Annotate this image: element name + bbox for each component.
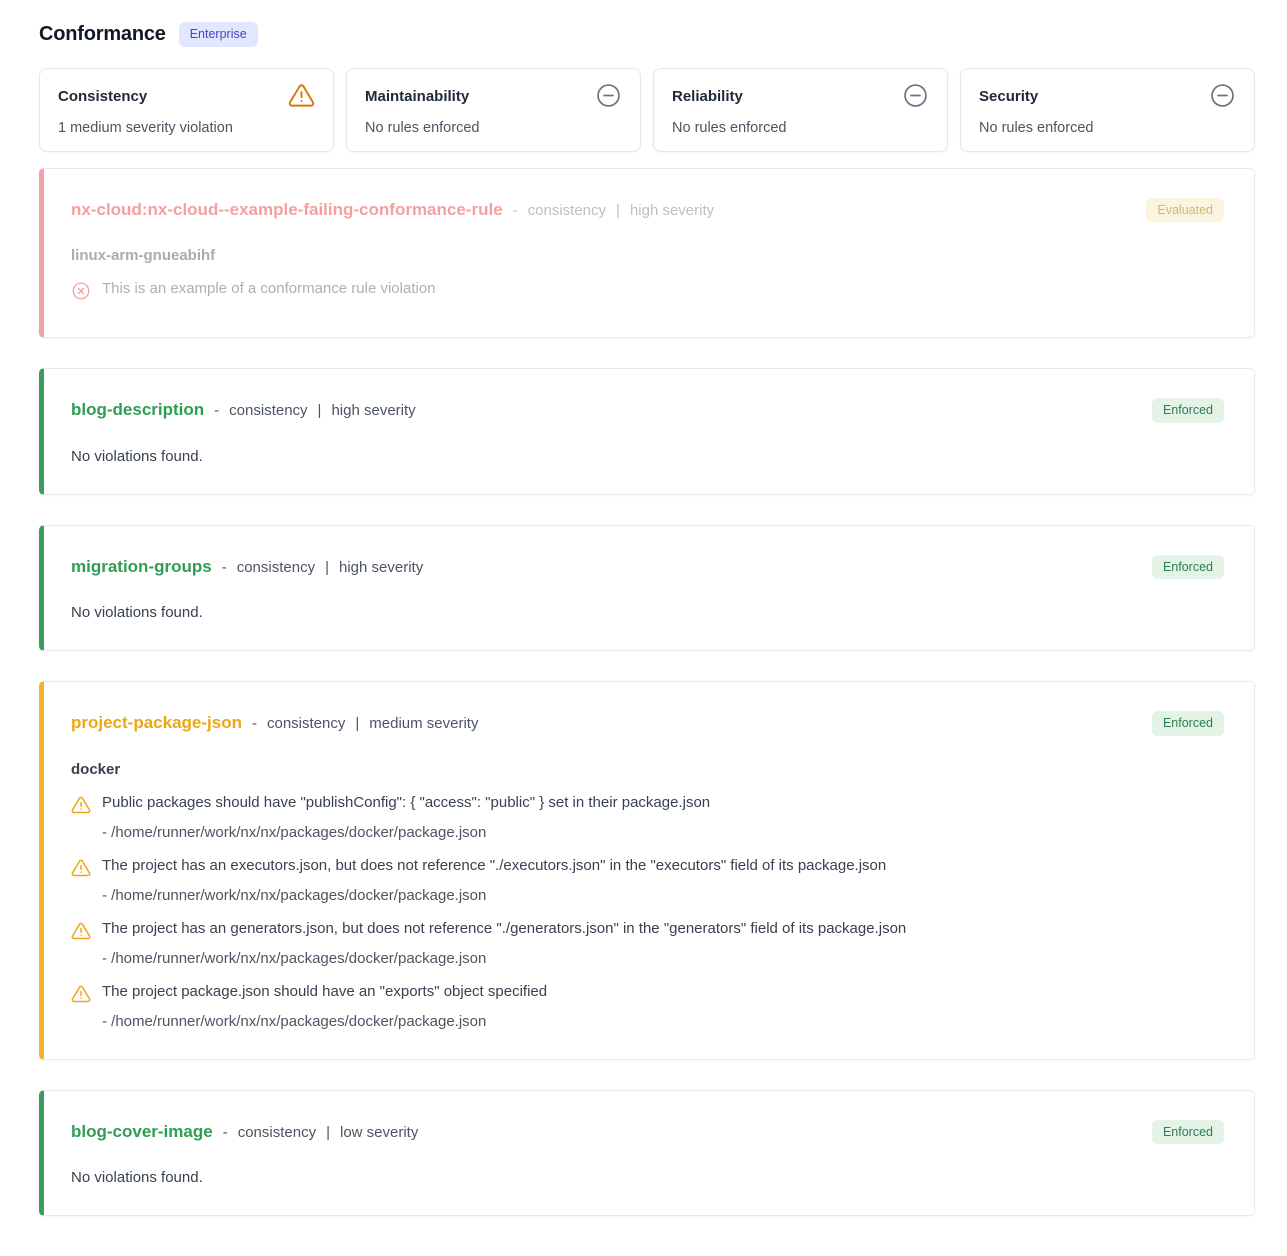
rule-severity: low severity xyxy=(340,1124,418,1141)
enterprise-plan-badge: Enterprise xyxy=(179,22,258,47)
summary-card-title: Maintainability xyxy=(365,82,469,105)
summary-card-status: No rules enforced xyxy=(365,120,622,136)
project-name: linux-arm-gnueabihf xyxy=(71,247,1224,264)
minus-circle-icon xyxy=(595,82,622,109)
page-header: Conformance Enterprise xyxy=(39,22,1255,47)
meta-dash: - xyxy=(513,202,518,219)
rule-result-text: No violations found. xyxy=(71,1169,1224,1186)
rule-card-example-failing-conformance-rule: nx-cloud:nx-cloud--example-failing-confo… xyxy=(39,168,1255,339)
violation-message: Public packages should have "publishConf… xyxy=(102,794,710,811)
violation-message: The project has an generators.json, but … xyxy=(102,920,906,937)
x-circle-icon xyxy=(71,281,91,301)
meta-pipe: | xyxy=(318,402,322,419)
violation-item: The project has an generators.json, but … xyxy=(71,920,1224,967)
violation-message: This is an example of a conformance rule… xyxy=(102,280,436,297)
status-badge: Enforced xyxy=(1152,1120,1224,1145)
summary-card-title: Security xyxy=(979,82,1038,105)
violation-item: The project package.json should have an … xyxy=(71,983,1224,1030)
violation-file-path: - /home/runner/work/nx/nx/packages/docke… xyxy=(71,824,1224,841)
violation-message: The project package.json should have an … xyxy=(102,983,547,1000)
conformance-page: Conformance Enterprise Consistency 1 med… xyxy=(0,0,1287,1256)
summary-card-status: No rules enforced xyxy=(672,120,929,136)
violation-message: The project has an executors.json, but d… xyxy=(102,857,886,874)
status-badge: Enforced xyxy=(1152,711,1224,736)
warning-triangle-icon xyxy=(71,795,91,815)
project-name: docker xyxy=(71,761,1224,778)
page-title: Conformance xyxy=(39,23,166,46)
rule-card-migration-groups: migration-groups - consistency | high se… xyxy=(39,525,1255,652)
violation-file-path: - /home/runner/work/nx/nx/packages/docke… xyxy=(71,950,1224,967)
summary-card-security: Security No rules enforced xyxy=(960,68,1255,152)
meta-pipe: | xyxy=(616,202,620,219)
rule-card-blog-description: blog-description - consistency | high se… xyxy=(39,368,1255,495)
warning-triangle-icon xyxy=(71,984,91,1004)
meta-dash: - xyxy=(223,1124,228,1141)
summary-card-consistency: Consistency 1 medium severity violation xyxy=(39,68,334,152)
rule-name-link[interactable]: nx-cloud:nx-cloud--example-failing-confo… xyxy=(71,200,503,220)
summary-card-maintainability: Maintainability No rules enforced xyxy=(346,68,641,152)
meta-pipe: | xyxy=(326,1124,330,1141)
minus-circle-icon xyxy=(902,82,929,109)
summary-card-title: Consistency xyxy=(58,82,147,105)
meta-pipe: | xyxy=(325,559,329,576)
rule-name-link[interactable]: blog-cover-image xyxy=(71,1122,213,1142)
rule-severity: medium severity xyxy=(369,715,478,732)
violation-item: Public packages should have "publishConf… xyxy=(71,794,1224,841)
rule-name-link[interactable]: project-package-json xyxy=(71,713,242,733)
violation-file-path: - /home/runner/work/nx/nx/packages/docke… xyxy=(71,1013,1224,1030)
minus-circle-icon xyxy=(1209,82,1236,109)
warning-triangle-icon xyxy=(71,858,91,878)
summary-card-title: Reliability xyxy=(672,82,743,105)
rule-card-blog-cover-image: blog-cover-image - consistency | low sev… xyxy=(39,1090,1255,1217)
warning-triangle-icon xyxy=(288,82,315,109)
rule-name-link[interactable]: migration-groups xyxy=(71,557,212,577)
violation-file-path: - /home/runner/work/nx/nx/packages/docke… xyxy=(71,887,1224,904)
status-badge: Enforced xyxy=(1152,555,1224,580)
status-badge: Evaluated xyxy=(1146,198,1224,223)
summary-card-grid: Consistency 1 medium severity violation … xyxy=(39,68,1255,152)
rule-result-text: No violations found. xyxy=(71,448,1224,465)
meta-dash: - xyxy=(214,402,219,419)
summary-card-reliability: Reliability No rules enforced xyxy=(653,68,948,152)
summary-card-status: 1 medium severity violation xyxy=(58,120,315,136)
rule-severity: high severity xyxy=(331,402,415,419)
rule-severity: high severity xyxy=(630,202,714,219)
rule-card-project-package-json: project-package-json - consistency | med… xyxy=(39,681,1255,1060)
meta-pipe: | xyxy=(355,715,359,732)
violation-item: The project has an executors.json, but d… xyxy=(71,857,1224,904)
rule-result-text: No violations found. xyxy=(71,604,1224,621)
status-badge: Enforced xyxy=(1152,398,1224,423)
rule-category: consistency xyxy=(229,402,307,419)
rule-severity: high severity xyxy=(339,559,423,576)
rule-category: consistency xyxy=(238,1124,316,1141)
rule-category: consistency xyxy=(237,559,315,576)
meta-dash: - xyxy=(252,715,257,732)
rule-category: consistency xyxy=(528,202,606,219)
warning-triangle-icon xyxy=(71,921,91,941)
rule-name-link[interactable]: blog-description xyxy=(71,400,204,420)
summary-card-status: No rules enforced xyxy=(979,120,1236,136)
rule-category: consistency xyxy=(267,715,345,732)
meta-dash: - xyxy=(222,559,227,576)
